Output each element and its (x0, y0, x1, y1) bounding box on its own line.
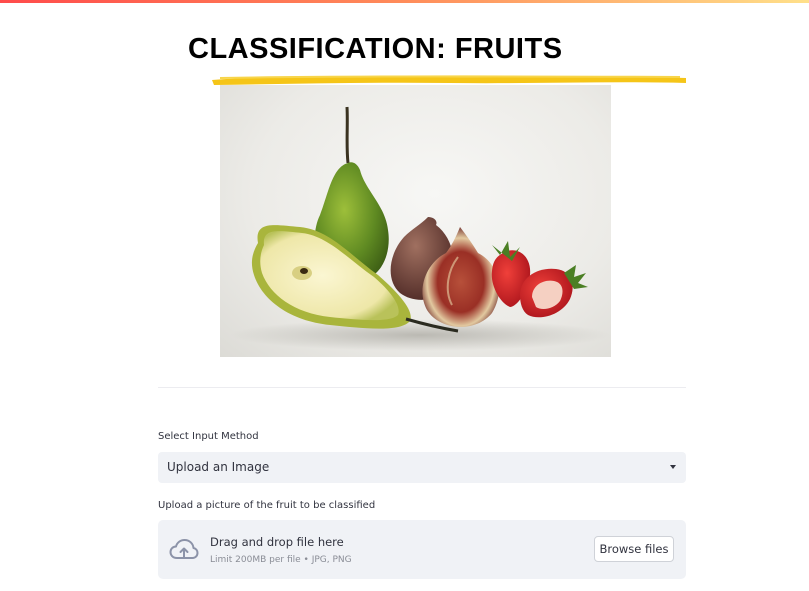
fruit-illustration (230, 106, 610, 351)
input-method-selected-value: Upload an Image (167, 460, 270, 474)
browse-files-button[interactable]: Browse files (594, 536, 674, 562)
uploader-label: Upload a picture of the fruit to be clas… (158, 500, 376, 511)
dropzone-limit-text: Limit 200MB per file • JPG, PNG (210, 555, 352, 565)
dropzone-instruction: Drag and drop file here (210, 535, 344, 549)
page-title: CLASSIFICATION: FRUITS (188, 33, 563, 65)
cloud-upload-icon (169, 539, 199, 559)
chevron-down-icon (670, 465, 676, 469)
input-method-label: Select Input Method (158, 431, 259, 442)
header-decoration-bar (0, 0, 809, 3)
section-divider (158, 387, 686, 388)
fruit-photo (220, 85, 611, 357)
input-method-select[interactable]: Upload an Image (158, 452, 686, 483)
title-block: CLASSIFICATION: FRUITS (188, 33, 688, 89)
file-dropzone[interactable]: Drag and drop file here Limit 200MB per … (158, 520, 686, 579)
